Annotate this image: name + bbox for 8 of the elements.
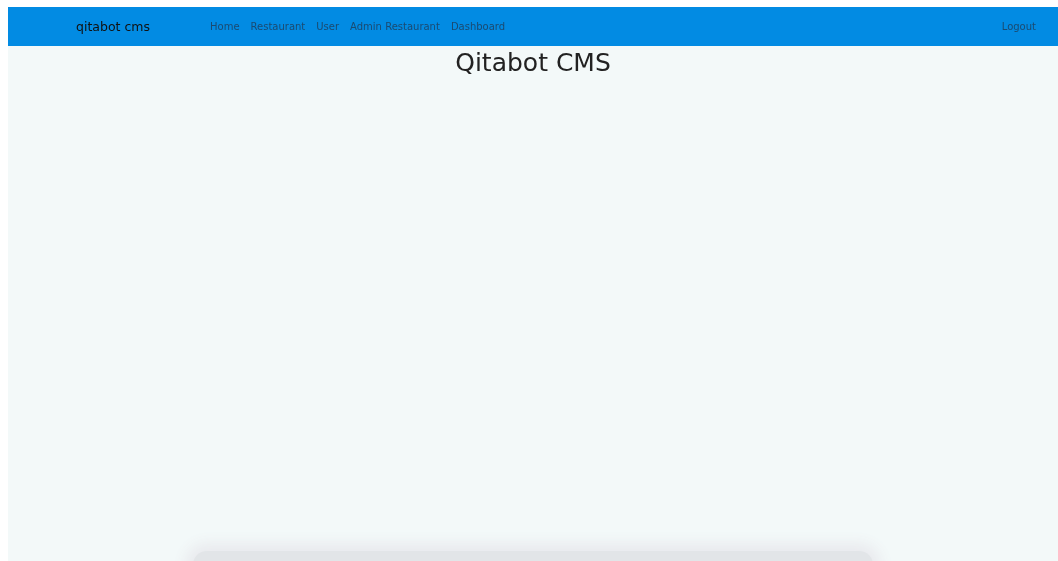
nav-link[interactable]: Restaurant — [250, 21, 306, 32]
page-title: Qitabot CMS — [455, 48, 611, 77]
nav-link[interactable]: Admin Restaurant — [350, 21, 440, 32]
logout-link[interactable]: Logout — [1001, 21, 1036, 32]
nav-link[interactable]: Home — [210, 21, 240, 32]
nav-link[interactable]: User — [316, 21, 340, 32]
brand-link[interactable]: qitabot cms — [76, 19, 150, 34]
nav-link[interactable]: Dashboard — [450, 21, 506, 32]
